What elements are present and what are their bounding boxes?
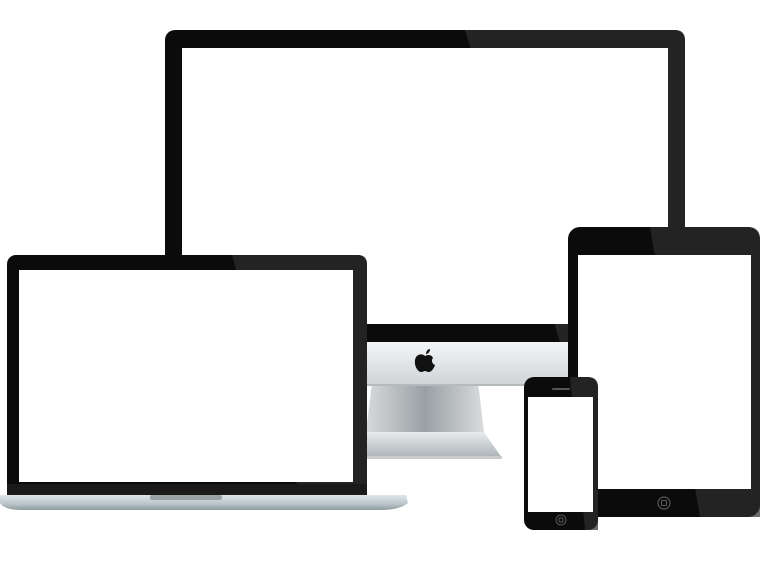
laptop xyxy=(0,255,408,510)
phone-screen xyxy=(528,397,593,512)
home-button-icon xyxy=(555,514,567,526)
monitor-stand-foot xyxy=(350,432,502,458)
home-button-icon xyxy=(657,496,671,510)
monitor-stand xyxy=(366,382,484,432)
device-mockup-scene xyxy=(0,30,760,530)
smartphone xyxy=(524,377,598,530)
phone-speaker xyxy=(552,388,570,390)
laptop-screen xyxy=(19,270,353,482)
laptop-notch xyxy=(150,495,222,500)
tablet-screen xyxy=(578,255,751,489)
